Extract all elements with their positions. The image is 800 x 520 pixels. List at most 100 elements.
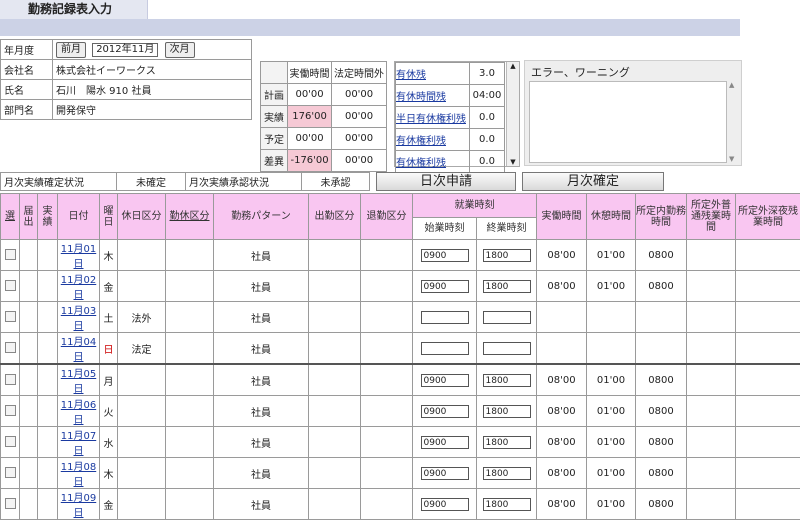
holiday-type <box>118 427 166 458</box>
regular-hours: 0800 <box>636 396 687 427</box>
col-regular: 所定内勤務時間 <box>636 194 687 240</box>
holiday-type <box>118 240 166 271</box>
row-select-cell <box>1 364 20 396</box>
night-hours <box>736 489 800 520</box>
row-select-cell <box>1 427 20 458</box>
submit-cell <box>20 427 38 458</box>
end-time-input[interactable]: 1800 <box>483 280 531 293</box>
select-checkbox[interactable] <box>5 342 16 353</box>
work-pattern: 社員 <box>214 333 309 365</box>
date-link[interactable]: 11月03日 <box>58 302 100 333</box>
table-row: 11月07日水社員0900180008'0001'000800 <box>1 427 800 458</box>
select-checkbox[interactable] <box>5 374 16 385</box>
header-bar <box>0 19 740 36</box>
daily-request-button[interactable]: 日次申請 <box>376 172 516 191</box>
scroll-down-icon[interactable]: ▼ <box>729 155 734 163</box>
weekday: 水 <box>100 427 118 458</box>
break-time: 01'00 <box>587 489 636 520</box>
leave-type <box>166 333 214 365</box>
leave-link[interactable]: 有休権利残 <box>396 129 470 151</box>
holiday-type <box>118 489 166 520</box>
start-cell: 0900 <box>413 396 477 427</box>
break-time <box>587 333 636 365</box>
end-time-input[interactable]: 1800 <box>483 374 531 387</box>
select-checkbox[interactable] <box>5 467 16 478</box>
arrival-type <box>309 302 361 333</box>
month-field[interactable]: 2012年11月 <box>92 43 158 57</box>
select-checkbox[interactable] <box>5 280 16 291</box>
monthly-confirm-button[interactable]: 月次確定 <box>522 172 664 191</box>
date-link[interactable]: 11月08日 <box>58 458 100 489</box>
start-time-input[interactable]: 0900 <box>421 436 469 449</box>
start-time-input[interactable] <box>421 342 469 355</box>
start-time-input[interactable]: 0900 <box>421 405 469 418</box>
end-time-input[interactable]: 1800 <box>483 498 531 511</box>
date-link[interactable]: 11月02日 <box>58 271 100 302</box>
end-time-input[interactable] <box>483 311 531 324</box>
submit-cell <box>20 489 38 520</box>
departure-type <box>361 364 413 396</box>
leave-link[interactable]: 有休残 <box>396 63 470 85</box>
error-scrollbar[interactable]: ▲ ▼ <box>729 81 739 163</box>
scroll-down-icon[interactable]: ▼ <box>507 158 519 166</box>
end-time-input[interactable]: 1800 <box>483 436 531 449</box>
holiday-type <box>118 458 166 489</box>
end-time-input[interactable]: 1800 <box>483 467 531 480</box>
actual-hours: 08'00 <box>537 271 587 302</box>
select-checkbox[interactable] <box>5 311 16 322</box>
date-link[interactable]: 11月06日 <box>58 396 100 427</box>
scroll-up-icon[interactable]: ▲ <box>729 81 739 89</box>
name-value: 石川 陽水 910 社員 <box>53 80 252 100</box>
scroll-up-icon[interactable]: ▲ <box>507 62 519 70</box>
leave-scrollbar[interactable]: ▲ ▼ <box>506 62 519 166</box>
start-time-input[interactable]: 0900 <box>421 374 469 387</box>
end-cell: 1800 <box>477 240 537 271</box>
date-link[interactable]: 11月01日 <box>58 240 100 271</box>
end-cell: 1800 <box>477 489 537 520</box>
name-label: 氏名 <box>1 80 53 100</box>
start-time-input[interactable]: 0900 <box>421 498 469 511</box>
night-hours <box>736 271 800 302</box>
col-select[interactable]: 選 <box>1 194 20 240</box>
table-row: 11月08日木社員0900180008'0001'000800 <box>1 458 800 489</box>
end-time-input[interactable] <box>483 342 531 355</box>
summary-corner <box>261 62 288 84</box>
work-pattern: 社員 <box>214 302 309 333</box>
start-time-input[interactable]: 0900 <box>421 280 469 293</box>
overtime-hours <box>687 240 736 271</box>
work-pattern: 社員 <box>214 240 309 271</box>
next-month-button[interactable]: 次月 <box>165 42 195 58</box>
col-leave-type[interactable]: 勤休区分 <box>166 194 214 240</box>
summary-header-work: 実働時間 <box>288 62 332 84</box>
end-time-input[interactable]: 1800 <box>483 249 531 262</box>
leave-type <box>166 458 214 489</box>
select-checkbox[interactable] <box>5 436 16 447</box>
select-checkbox[interactable] <box>5 405 16 416</box>
work-pattern: 社員 <box>214 364 309 396</box>
overtime-hours <box>687 427 736 458</box>
row-select-cell <box>1 489 20 520</box>
date-link[interactable]: 11月04日 <box>58 333 100 365</box>
leave-link[interactable]: 半日有休権利残 <box>396 107 470 129</box>
end-time-input[interactable]: 1800 <box>483 405 531 418</box>
start-time-input[interactable] <box>421 311 469 324</box>
actual-hours: 08'00 <box>537 427 587 458</box>
col-break: 休憩時間 <box>587 194 636 240</box>
departure-type <box>361 333 413 365</box>
select-checkbox[interactable] <box>5 249 16 260</box>
prev-month-button[interactable]: 前月 <box>56 42 86 58</box>
start-time-input[interactable]: 0900 <box>421 249 469 262</box>
company-label: 会社名 <box>1 60 53 80</box>
date-link[interactable]: 11月09日 <box>58 489 100 520</box>
select-checkbox[interactable] <box>5 498 16 509</box>
start-time-input[interactable]: 0900 <box>421 467 469 480</box>
regular-hours: 0800 <box>636 458 687 489</box>
row-select-cell <box>1 458 20 489</box>
overtime-hours <box>687 333 736 365</box>
date-link[interactable]: 11月07日 <box>58 427 100 458</box>
error-warning-textarea[interactable] <box>529 81 727 163</box>
leave-link[interactable]: 有休権利残 <box>396 151 470 173</box>
regular-hours: 0800 <box>636 240 687 271</box>
leave-link[interactable]: 有休時間残 <box>396 85 470 107</box>
date-link[interactable]: 11月05日 <box>58 364 100 396</box>
